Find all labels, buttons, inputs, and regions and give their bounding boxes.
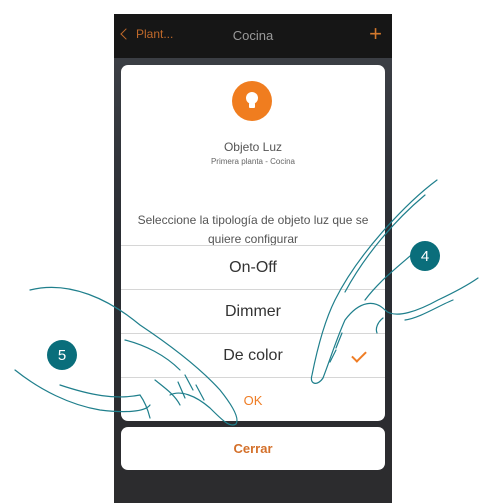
step-badge-4: 4: [410, 241, 440, 271]
hand-gesture-illustration: [14, 179, 479, 426]
step-badge-5: 5: [47, 340, 77, 370]
